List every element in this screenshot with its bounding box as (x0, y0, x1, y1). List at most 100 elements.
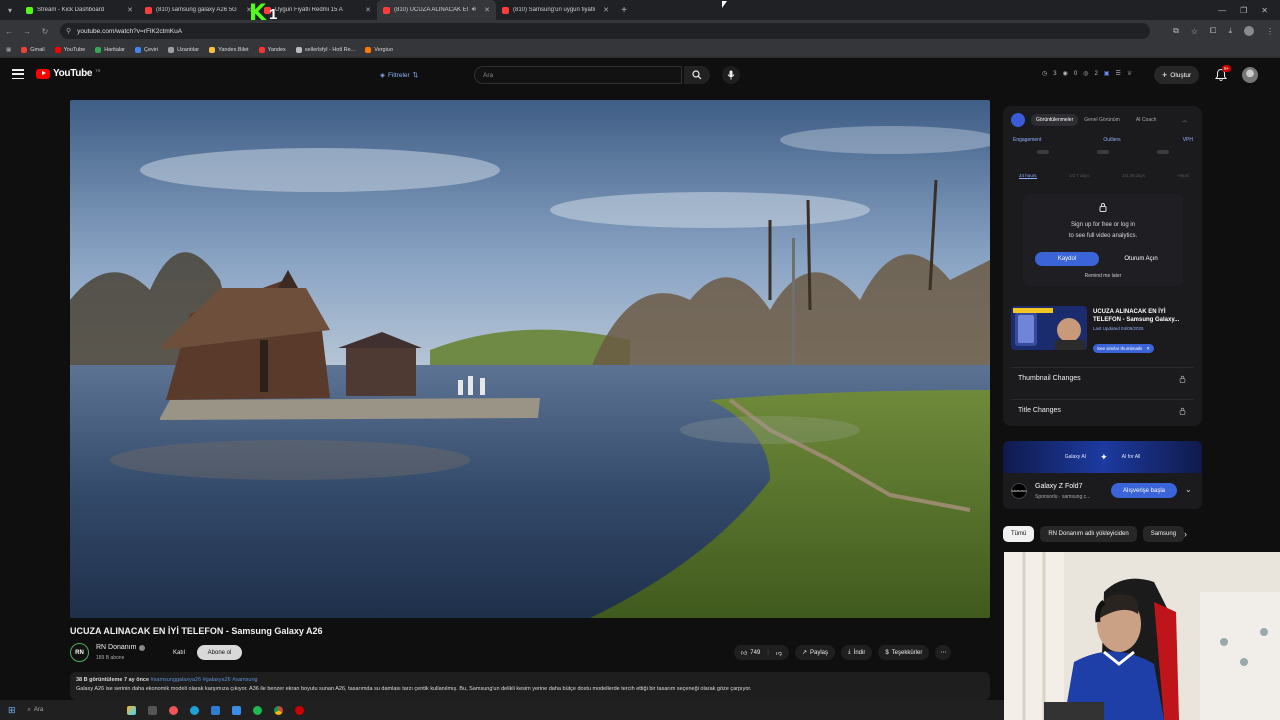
chevron-right-icon[interactable]: › (1184, 526, 1198, 542)
ad-banner[interactable]: Galaxy AI ✦ AI for All (1003, 441, 1202, 473)
title-changes-row[interactable]: Title Changes (1011, 399, 1194, 421)
browser-tab[interactable]: (810) Samsung'un uygun fiyatlı ✕ (496, 0, 615, 20)
remind-later-link[interactable]: Remind me later (1023, 273, 1183, 279)
apps-icon[interactable]: ▦ (6, 47, 11, 53)
create-button[interactable]: + Oluştur (1154, 66, 1200, 84)
voice-search-button[interactable] (722, 66, 740, 84)
close-tab-icon[interactable]: ✕ (603, 6, 609, 14)
extensions-icon[interactable]: ⧠ (1210, 26, 1216, 36)
more-actions-button[interactable]: ⋯ (935, 645, 952, 660)
task-view-icon[interactable] (148, 705, 158, 715)
tab-overview[interactable]: Genel Görünüm (1084, 117, 1120, 123)
close-icon[interactable]: ✕ (1146, 346, 1150, 352)
similar-thumbnails-button[interactable]: See similar thumbnails ✕ (1093, 344, 1155, 353)
bookmark-item[interactable]: Vergiuo (365, 46, 393, 53)
trophy-icon[interactable]: ♕ (1127, 70, 1132, 77)
browser-icon[interactable] (169, 705, 179, 715)
chrome-icon[interactable] (274, 705, 284, 715)
video-player[interactable] (70, 100, 990, 618)
thanks-button[interactable]: $ Teşekkürler (878, 645, 930, 660)
address-bar[interactable]: ⚲ youtube.com/watch?v=rFlK2ctmKuA (60, 23, 1150, 39)
chip-all[interactable]: Tümü (1003, 526, 1035, 542)
install-app-icon[interactable]: ⧉ (1173, 26, 1179, 36)
like-button[interactable]: 👍︎ 749 | 👎︎ (734, 645, 789, 660)
profile-avatar[interactable] (1244, 26, 1254, 36)
forward-icon[interactable]: → (18, 27, 36, 36)
reload-icon[interactable]: ↻ (36, 27, 54, 36)
browser-tab[interactable]: (810) samsung galaxy A26 5G ✕ (139, 0, 258, 20)
thumbnail-card[interactable]: UCUZA ALINACAK EN İYİ TELEFON - Samsung … (1011, 306, 1194, 356)
subscribe-button[interactable]: Abone ol (197, 645, 242, 660)
back-icon[interactable]: ← (0, 27, 18, 36)
ad-title[interactable]: Galaxy Z Fold7 (1035, 483, 1082, 490)
bookmark-item[interactable]: sellerlsfyl - Hotl Re... (295, 46, 355, 53)
tab-ai-coach[interactable]: AI Coach (1136, 117, 1157, 123)
chevron-down-icon[interactable]: ⌄ (1185, 485, 1192, 494)
range-7d[interactable]: 1st 7 days (1069, 173, 1090, 179)
youtube-logo[interactable]: YouTube TR (36, 68, 101, 79)
user-avatar[interactable] (1242, 67, 1258, 83)
login-button[interactable]: Oturum Açın (1109, 252, 1173, 266)
signup-button[interactable]: Kaydol (1035, 252, 1099, 266)
chip-from-uploader[interactable]: RN Donanım adlı yükleyiciden (1040, 526, 1137, 542)
bookmark-item[interactable]: YouTube (54, 46, 85, 53)
ad-cta-button[interactable]: Alışverişe başla (1111, 483, 1177, 498)
bookmark-item[interactable]: Çeviri (135, 46, 159, 53)
close-window-icon[interactable]: ✕ (1261, 6, 1268, 15)
obs-icon[interactable] (295, 705, 305, 715)
bookmark-label: Çeviri (144, 46, 159, 53)
super-thanks-icon: $ (885, 649, 889, 656)
bookmark-star-icon[interactable]: ☆ (1191, 27, 1198, 36)
file-explorer-icon[interactable] (211, 705, 221, 715)
browser-tab[interactable]: Stream - Kick Dashboard ✕ (20, 0, 139, 20)
taskbar-search[interactable]: ⌕ Ara (28, 707, 44, 714)
close-tab-icon[interactable]: ✕ (127, 6, 133, 14)
hashtags[interactable]: #samsunggalaxya26 #galaxya26 #samsung (151, 677, 258, 683)
search-button[interactable] (684, 66, 710, 84)
video-thumbnail[interactable] (1011, 306, 1087, 350)
thumbs-down-icon[interactable]: 👎︎ (776, 649, 782, 657)
edge-icon[interactable] (190, 705, 200, 715)
browser-tab-active[interactable]: (810) UCUZA ALINACAK EN 🔊︎ ✕ (377, 0, 496, 20)
store-icon[interactable] (232, 705, 242, 715)
maximize-icon[interactable]: ❐ (1240, 6, 1247, 15)
close-tab-icon[interactable]: ✕ (365, 6, 371, 14)
bookmark-item[interactable]: Uzantılar (168, 46, 199, 53)
chip-samsung[interactable]: Samsung (1142, 526, 1185, 542)
speaker-icon[interactable]: 🔊︎ (472, 6, 476, 14)
samsung-logo[interactable]: SAMSUNG (1011, 483, 1027, 499)
channel-avatar[interactable]: RN (70, 643, 89, 662)
tab-views[interactable]: Görüntülenmeler (1031, 114, 1079, 126)
list-icon[interactable]: ☰ (1115, 70, 1120, 77)
collapse-chevron-icon[interactable]: ︿ (1182, 117, 1187, 124)
downloads-icon[interactable]: ⤓ (1228, 26, 1232, 36)
search-input[interactable]: Ara (474, 66, 682, 84)
menu-icon[interactable] (12, 69, 24, 79)
grid-icon[interactable]: ▣ (1104, 70, 1110, 77)
youtube-wordmark: YouTube (53, 68, 93, 79)
channel-name[interactable]: RN Donanım (96, 644, 146, 651)
range-28d[interactable]: 1st 28 days (1122, 173, 1145, 179)
windows-start-icon[interactable]: ⊞ (8, 705, 16, 716)
extension-logo-icon (1011, 113, 1025, 127)
download-button[interactable]: ⤓ İndir (841, 645, 873, 660)
copilot-icon[interactable] (127, 705, 137, 715)
range-all[interactable]: Hepsi (1177, 173, 1189, 179)
thumbnail-changes-row[interactable]: Thumbnail Changes (1011, 367, 1194, 389)
site-info-icon[interactable]: ⚲ (66, 27, 71, 35)
bookmark-item[interactable]: Haritalar (95, 46, 125, 53)
join-button[interactable]: Katıl (167, 645, 191, 660)
share-button[interactable]: ↗ Paylaş (794, 645, 835, 660)
bookmark-item[interactable]: Yandex (258, 46, 286, 53)
filters-button[interactable]: ◈ Filtreler ⇅ (380, 68, 418, 82)
browser-menu-icon[interactable]: ⋮ (1266, 27, 1274, 36)
range-24h[interactable]: 24 hours (1019, 173, 1037, 179)
bookmark-item[interactable]: Gmail (21, 46, 45, 53)
bookmark-item[interactable]: Yandex.Bilet (209, 46, 249, 53)
minimize-icon[interactable]: — (1218, 6, 1226, 15)
tab-search-icon[interactable]: ▾ (0, 0, 20, 20)
new-tab-button[interactable]: + (615, 5, 633, 16)
close-tab-icon[interactable]: ✕ (484, 6, 490, 14)
video-description[interactable]: 38 B görüntüleme 7 ay önce #samsunggalax… (70, 672, 990, 700)
spotify-icon[interactable] (253, 705, 263, 715)
